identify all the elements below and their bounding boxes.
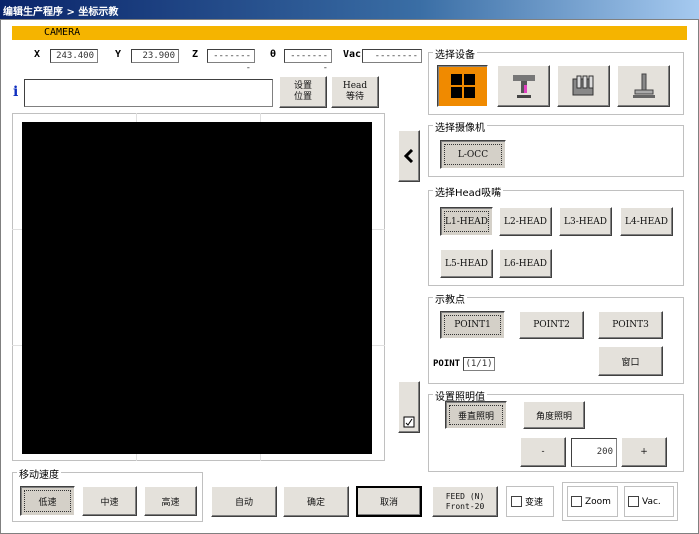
- point2-button[interactable]: POINT2: [519, 311, 584, 339]
- vac-checkbox[interactable]: Vac.: [624, 486, 674, 517]
- select-camera-title: 选择摄像机: [433, 119, 487, 134]
- z-label: Z: [192, 49, 199, 60]
- feed-button-line1: FEED (N): [445, 491, 485, 501]
- vac-label: Vac: [343, 49, 362, 60]
- point-label: POINT: [433, 359, 461, 369]
- title-bar: 编辑生产程序 > 坐标示教: [0, 0, 699, 19]
- move-speed-title: 移动速度: [17, 466, 61, 481]
- head-wait-button[interactable]: Head 等待: [331, 76, 379, 108]
- nozzle-icon: [632, 73, 655, 98]
- head-l5-button[interactable]: L5-HEAD: [440, 249, 493, 278]
- collapse-panel-button[interactable]: [398, 130, 420, 182]
- speed-low-button[interactable]: 低速: [20, 486, 75, 516]
- vac-checkbox-box[interactable]: [628, 496, 639, 507]
- head-l3-button[interactable]: L3-HEAD: [559, 207, 612, 236]
- head-l2-button[interactable]: L2-HEAD: [499, 207, 552, 236]
- head-l4-button[interactable]: L4-HEAD: [620, 207, 673, 236]
- device-feeder-button[interactable]: [557, 65, 610, 107]
- camera-bar-label: CAMERA: [44, 27, 81, 38]
- camera-locc-button[interactable]: L-OCC: [440, 140, 506, 169]
- device-head-button[interactable]: [497, 65, 550, 107]
- head-l6-button[interactable]: L6-HEAD: [499, 249, 552, 278]
- select-device-title: 选择设备: [433, 46, 477, 61]
- chevron-left-icon: [404, 149, 414, 163]
- light-value-field[interactable]: 200: [571, 438, 617, 467]
- y-label: Y: [115, 49, 122, 60]
- window-title: 编辑生产程序 > 坐标示教: [3, 7, 119, 18]
- speed-high-button[interactable]: 高速: [144, 486, 197, 516]
- vac-checkbox-label: Vac.: [642, 496, 661, 507]
- point-index-field: (1/1): [463, 357, 495, 371]
- auto-button[interactable]: 自动: [211, 486, 277, 517]
- info-input[interactable]: [24, 79, 273, 107]
- y-value-field: 23.900: [131, 49, 179, 63]
- x-label: X: [34, 49, 41, 60]
- head-device-icon: [512, 75, 535, 98]
- feeder-icon: [572, 75, 593, 96]
- window-button[interactable]: 窗口: [598, 346, 663, 376]
- vac-value-field: --------: [362, 49, 422, 63]
- transform-checkbox-label: 变速: [525, 498, 544, 508]
- camera-bar: CAMERA: [12, 26, 687, 40]
- theta-label: θ: [270, 49, 277, 60]
- checklist-icon: [403, 416, 415, 428]
- device-nozzle-button[interactable]: [617, 65, 670, 107]
- light-decrease-button[interactable]: -: [520, 437, 566, 467]
- z-value-field: --------: [207, 49, 255, 73]
- zoom-checkbox-box[interactable]: [571, 496, 582, 507]
- transform-checkbox-box[interactable]: [511, 496, 522, 507]
- light-increase-button[interactable]: +: [621, 437, 667, 467]
- camera-view[interactable]: [22, 122, 372, 454]
- set-position-button[interactable]: 设置 位置: [279, 76, 327, 108]
- confirm-button[interactable]: 确定: [283, 486, 349, 517]
- x-value-field: 243.400: [50, 49, 98, 63]
- head-l1-button[interactable]: L1-HEAD: [440, 207, 493, 236]
- info-icon: i: [13, 84, 19, 100]
- point3-button[interactable]: POINT3: [598, 311, 663, 339]
- transform-checkbox[interactable]: 变速: [506, 486, 554, 517]
- speed-mid-button[interactable]: 中速: [82, 486, 137, 516]
- grid-icon: [450, 74, 475, 98]
- vertical-light-button[interactable]: 垂直照明: [445, 401, 507, 429]
- cancel-button[interactable]: 取消: [356, 486, 422, 517]
- zoom-checkbox-label: Zoom: [585, 496, 611, 507]
- feed-button[interactable]: FEED (N) Front-20: [432, 486, 498, 517]
- point1-button[interactable]: POINT1: [440, 311, 505, 339]
- angle-light-button[interactable]: 角度照明: [523, 401, 585, 429]
- select-head-title: 选择Head吸嘴: [433, 184, 504, 199]
- theta-value-field: --------: [284, 49, 332, 73]
- device-layout-button[interactable]: [437, 65, 488, 107]
- zoom-checkbox[interactable]: Zoom: [567, 486, 618, 517]
- checklist-button[interactable]: [398, 381, 420, 433]
- feed-button-line2: Front-20: [445, 501, 485, 511]
- teach-points-title: 示教点: [433, 291, 467, 306]
